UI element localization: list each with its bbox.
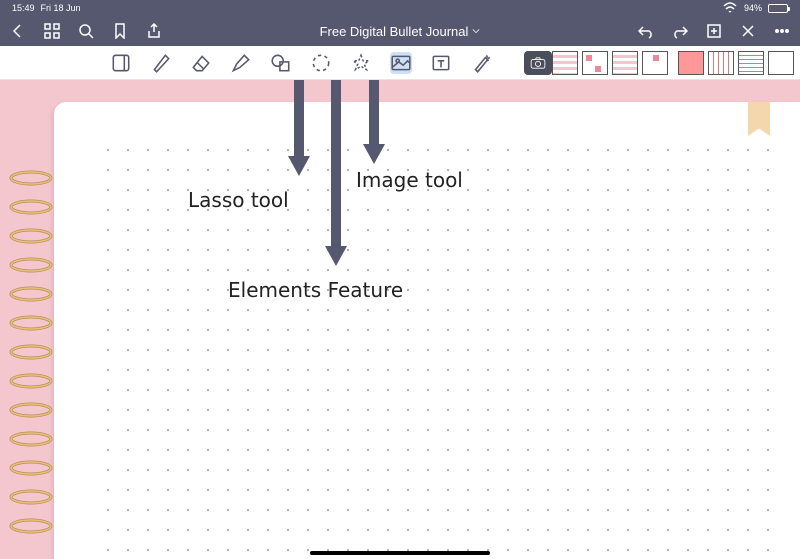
page-thumb[interactable] <box>678 51 704 75</box>
document-title-dropdown[interactable]: Free Digital Bullet Journal <box>162 24 638 39</box>
battery-icon <box>768 4 788 13</box>
highlighter-tool[interactable] <box>230 52 252 74</box>
redo-icon[interactable] <box>672 23 688 39</box>
status-date: Fri 18 Jun <box>41 3 81 13</box>
close-icon[interactable] <box>740 23 756 39</box>
page-thumb[interactable] <box>708 51 734 75</box>
chevron-down-icon <box>472 27 480 35</box>
notebook-spiral <box>8 170 56 534</box>
app-header: Free Digital Bullet Journal <box>0 16 800 46</box>
camera-button[interactable] <box>524 51 552 75</box>
annotation-elements-label: Elements Feature <box>228 278 403 302</box>
page-thumb[interactable] <box>768 51 794 75</box>
laser-tool[interactable] <box>470 52 492 74</box>
add-page-icon[interactable] <box>706 23 722 39</box>
more-icon[interactable] <box>774 23 790 39</box>
page-thumb[interactable] <box>642 51 668 75</box>
page-thumb[interactable] <box>738 51 764 75</box>
canvas-area[interactable]: Lasso tool Elements Feature Image tool <box>0 80 800 559</box>
page-thumb[interactable] <box>552 51 578 75</box>
document-title: Free Digital Bullet Journal <box>320 24 469 39</box>
page-thumb[interactable] <box>612 51 638 75</box>
share-icon[interactable] <box>146 23 162 39</box>
lasso-tool[interactable] <box>310 52 332 74</box>
annotation-image-label: Image tool <box>356 168 463 192</box>
undo-icon[interactable] <box>638 23 654 39</box>
wifi-icon <box>722 0 738 16</box>
read-only-tool[interactable] <box>110 52 132 74</box>
page-thumbnails[interactable] <box>552 51 800 75</box>
home-indicator[interactable] <box>310 551 490 555</box>
status-battery-pct: 94% <box>744 3 762 13</box>
text-tool[interactable] <box>430 52 452 74</box>
annotation-lasso-label: Lasso tool <box>188 188 289 212</box>
library-icon[interactable] <box>44 23 60 39</box>
shapes-tool[interactable] <box>270 52 292 74</box>
editing-toolbar <box>0 46 800 80</box>
status-time: 15:49 <box>12 3 35 13</box>
eraser-tool[interactable] <box>190 52 212 74</box>
image-tool[interactable] <box>390 52 412 74</box>
elements-tool[interactable] <box>350 52 372 74</box>
pen-tool[interactable] <box>150 52 172 74</box>
bookmark-icon[interactable] <box>112 23 128 39</box>
page-thumb[interactable] <box>582 51 608 75</box>
ipad-status-bar: 15:49 Fri 18 Jun 94% <box>0 0 800 16</box>
search-icon[interactable] <box>78 23 94 39</box>
back-icon[interactable] <box>10 23 26 39</box>
